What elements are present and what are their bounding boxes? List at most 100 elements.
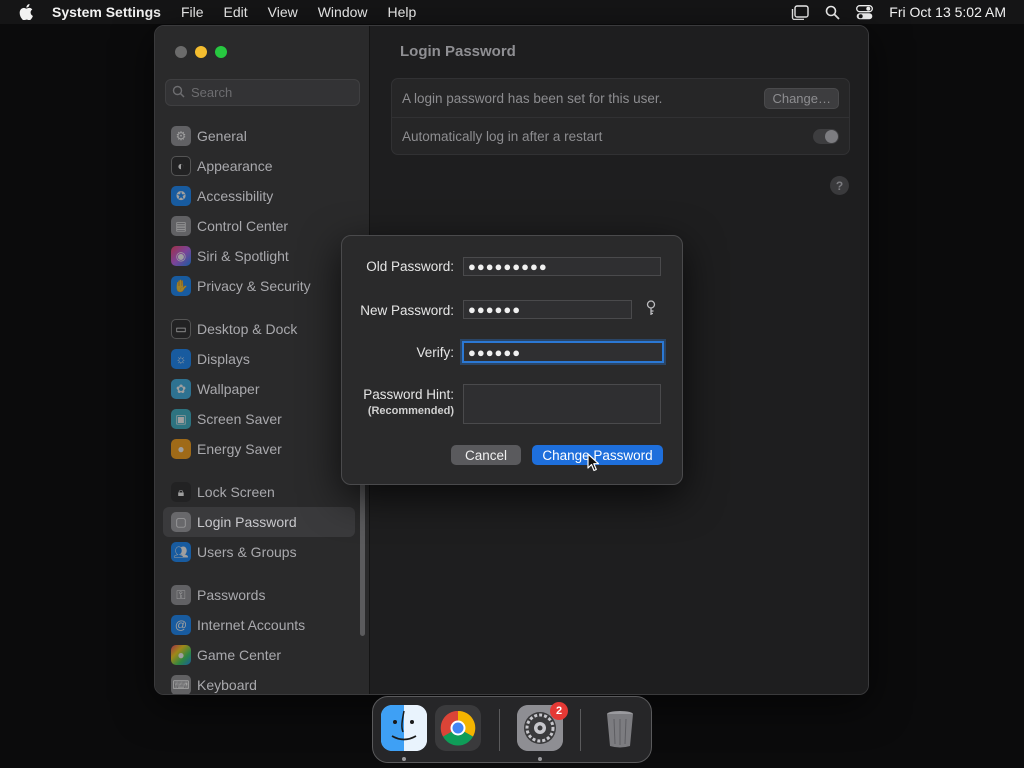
sidebar-item-users-groups[interactable]: 👥︎ Users & Groups: [163, 537, 355, 567]
app-menu[interactable]: System Settings: [52, 4, 161, 20]
sidebar-item-internet-accounts[interactable]: @ Internet Accounts: [163, 610, 355, 640]
sidebar-item-general[interactable]: ⚙ General: [163, 121, 355, 151]
sidebar-item-label: Siri & Spotlight: [197, 248, 289, 264]
file-menu[interactable]: File: [181, 4, 204, 20]
search-placeholder: Search: [191, 85, 233, 100]
menu-bar-clock[interactable]: Fri Oct 13 5:02 AM: [889, 4, 1006, 20]
sidebar: Search ⚙ General ◐ Appearance ✪ Accessib…: [155, 26, 370, 694]
game-center-icon: ●: [171, 645, 191, 665]
accessibility-icon: ✪: [171, 186, 191, 206]
sidebar-item-label: Screen Saver: [197, 411, 282, 427]
appearance-icon: ◐: [171, 156, 191, 176]
bulb-icon: ●: [171, 439, 191, 459]
auto-login-label: Automatically log in after a restart: [402, 129, 603, 144]
auto-login-toggle[interactable]: [813, 129, 839, 144]
sidebar-item-privacy-security[interactable]: ✋ Privacy & Security: [163, 271, 355, 301]
sidebar-item-label: Privacy & Security: [197, 278, 311, 294]
sidebar-item-siri-spotlight[interactable]: ◉ Siri & Spotlight: [163, 241, 355, 271]
window-menu[interactable]: Window: [318, 4, 368, 20]
wallpaper-icon: ✿: [171, 379, 191, 399]
minimize-window-button[interactable]: [195, 46, 207, 58]
sidebar-item-displays[interactable]: ☼ Displays: [163, 344, 355, 374]
sidebar-item-label: Keyboard: [197, 677, 257, 693]
gear-icon: ⚙: [171, 126, 191, 146]
sidebar-item-label: Desktop & Dock: [197, 321, 298, 337]
siri-icon: ◉: [171, 246, 191, 266]
sidebar-item-screen-saver[interactable]: ▣ Screen Saver: [163, 404, 355, 434]
close-window-button[interactable]: [175, 46, 187, 58]
hand-icon: ✋: [171, 276, 191, 296]
sidebar-item-label: Users & Groups: [197, 544, 297, 560]
password-hint-label-text: Password Hint:: [363, 387, 454, 402]
verify-password-field[interactable]: ●●●●●●: [462, 341, 664, 363]
login-password-settings: A login password has been set for this u…: [391, 78, 850, 155]
sidebar-scrollbar[interactable]: [360, 481, 365, 636]
new-password-label: New Password:: [360, 303, 454, 318]
auto-login-row: Automatically log in after a restart: [392, 117, 849, 155]
screen-saver-icon: ▣: [171, 409, 191, 429]
finder-app-icon[interactable]: [381, 705, 427, 751]
edit-menu[interactable]: Edit: [224, 4, 248, 20]
sidebar-item-label: Game Center: [197, 647, 282, 663]
help-menu[interactable]: Help: [388, 4, 417, 20]
sidebar-item-lock-screen[interactable]: 🔒︎ Lock Screen: [163, 477, 355, 507]
sidebar-item-label: Login Password: [197, 514, 297, 530]
password-hint-field[interactable]: [463, 384, 661, 424]
sidebar-list: ⚙ General ◐ Appearance ✪ Accessibility ▤…: [163, 121, 355, 694]
trash-icon[interactable]: [597, 705, 643, 751]
sidebar-item-label: Wallpaper: [197, 381, 260, 397]
notification-badge: 2: [550, 702, 568, 720]
window-controls: [175, 46, 227, 58]
chrome-app-icon[interactable]: [435, 705, 481, 751]
sun-icon: ☼: [171, 349, 191, 369]
keyboard-icon: ⌨: [171, 675, 191, 694]
key-icon: ⚿: [171, 585, 191, 605]
dock-icon: ▭: [171, 319, 191, 339]
sidebar-item-label: General: [197, 128, 247, 144]
page-title: Login Password: [400, 43, 516, 60]
users-icon: 👥︎: [171, 542, 191, 562]
sidebar-item-appearance[interactable]: ◐ Appearance: [163, 151, 355, 181]
sidebar-item-label: Internet Accounts: [197, 617, 306, 633]
sidebar-item-label: Lock Screen: [197, 484, 275, 500]
password-hint-sublabel: (Recommended): [367, 405, 454, 417]
login-password-icon: ▢: [171, 512, 191, 532]
sidebar-item-label: Accessibility: [197, 188, 274, 204]
sidebar-item-control-center[interactable]: ▤ Control Center: [163, 211, 355, 241]
spotlight-search-icon[interactable]: [825, 5, 840, 20]
lock-icon: 🔒︎: [171, 482, 191, 502]
apple-menu-icon[interactable]: [0, 4, 52, 20]
sidebar-item-passwords[interactable]: ⚿ Passwords: [163, 580, 355, 610]
password-status-text: A login password has been set for this u…: [402, 90, 663, 106]
sidebar-item-label: Displays: [197, 351, 250, 367]
sidebar-item-login-password[interactable]: ▢ Login Password: [163, 507, 355, 537]
search-icon: [172, 85, 185, 101]
password-assistant-key-icon[interactable]: [645, 300, 657, 322]
sidebar-item-wallpaper[interactable]: ✿ Wallpaper: [163, 374, 355, 404]
finder-running-indicator: [402, 757, 406, 761]
sidebar-item-energy-saver[interactable]: ● Energy Saver: [163, 434, 355, 464]
sidebar-item-label: Control Center: [197, 218, 289, 234]
password-hint-label: Password Hint: (Recommended): [363, 387, 454, 417]
password-status-row: A login password has been set for this u…: [392, 79, 849, 117]
old-password-field[interactable]: ●●●●●●●●●: [463, 257, 661, 276]
sidebar-item-keyboard[interactable]: ⌨ Keyboard: [163, 670, 355, 694]
view-menu[interactable]: View: [268, 4, 298, 20]
dock-separator: [580, 709, 581, 751]
cancel-button[interactable]: Cancel: [451, 445, 521, 465]
zoom-window-button[interactable]: [215, 46, 227, 58]
menu-bar: System Settings File Edit View Window He…: [0, 0, 1024, 24]
change-password-dialog: Old Password: ●●●●●●●●● New Password: ●●…: [341, 235, 683, 485]
sidebar-item-label: Appearance: [197, 158, 273, 174]
sidebar-item-game-center[interactable]: ● Game Center: [163, 640, 355, 670]
help-button[interactable]: ?: [830, 176, 849, 195]
sidebar-search-field[interactable]: Search: [165, 79, 360, 106]
control-center-icon: ▤: [171, 216, 191, 236]
dock: 2: [372, 696, 652, 763]
new-password-field[interactable]: ●●●●●●: [463, 300, 632, 319]
sidebar-item-desktop-dock[interactable]: ▭ Desktop & Dock: [163, 314, 355, 344]
sidebar-item-accessibility[interactable]: ✪ Accessibility: [163, 181, 355, 211]
control-center-icon[interactable]: [856, 4, 874, 20]
change-password-button[interactable]: Change…: [764, 87, 839, 109]
stage-manager-icon[interactable]: [791, 4, 809, 20]
